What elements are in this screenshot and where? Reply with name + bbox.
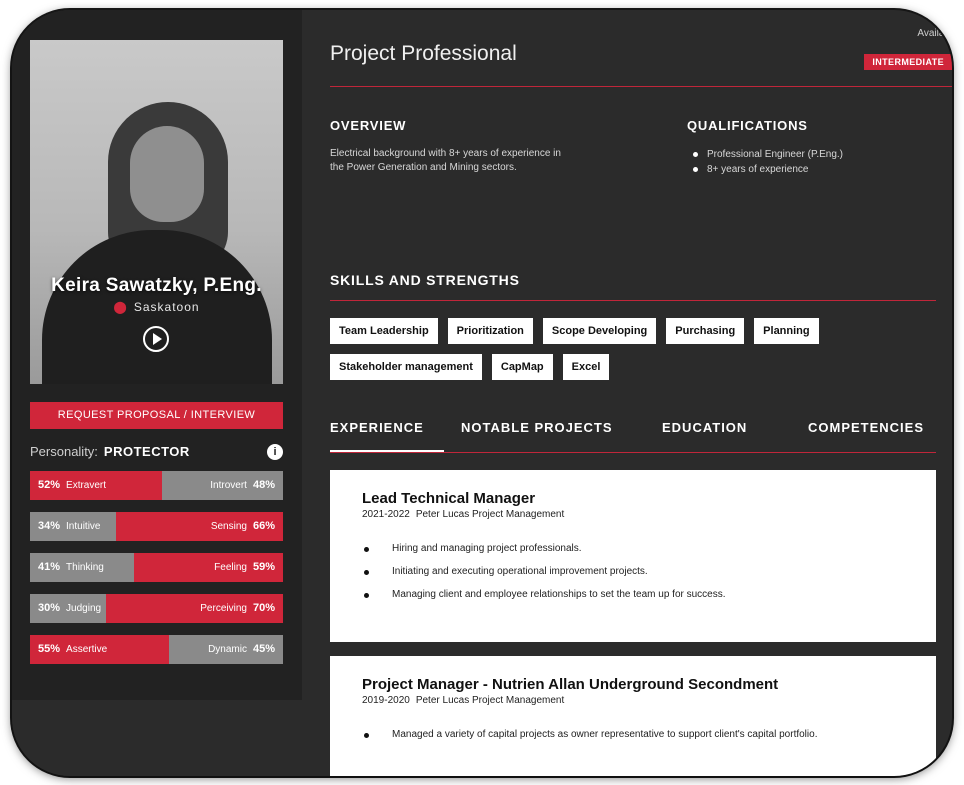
qualifications-heading: QUALIFICATIONS [687,118,808,133]
profile-name: Keira Sawatzky, P.Eng. [51,275,262,296]
trait-right-label: Sensing [210,521,247,532]
sidebar-footer [12,700,302,776]
trait-left-pct: 41% [38,561,61,573]
trait-right-pct: 70% [252,602,275,614]
trait-left-pct: 34% [38,520,61,532]
skill-chip: Scope Developing [542,318,657,344]
trait-right-pct: 66% [252,520,275,532]
skill-chip: CapMap [491,354,553,380]
skills-header: SKILLS AND STRENGTHS [330,272,936,301]
experience-bullet: Hiring and managing project professional… [362,542,906,556]
experience-bullets: Managed a variety of capital projects as… [362,728,906,742]
main-content: Project Professional Availab INTERMEDIAT… [312,10,952,776]
trait-left-label: Assertive [66,644,108,655]
trait-left-label: Thinking [66,562,104,573]
trait-bar: 41% Thinking Feeling 59% [30,553,283,582]
experience-years: 2019-2020 [362,695,410,706]
qualification-item: Professional Engineer (P.Eng.) [693,147,937,162]
experience-meta: 2019-2020 Peter Lucas Project Management [362,695,906,706]
personality-label: Personality: [30,444,98,459]
experience-card: Lead Technical Manager 2021-2022 Peter Lu… [330,470,936,642]
experience-role: Lead Technical Manager [362,490,536,507]
photo-face-shape [130,126,204,222]
skill-chip: Planning [754,318,819,344]
overview-text: Electrical background with 8+ years of e… [330,148,561,173]
overview-heading: OVERVIEW [330,118,407,133]
trait-right-label: Perceiving [200,603,247,614]
profile-photo: Keira Sawatzky, P.Eng. ⬤ Saskatoon [30,40,283,384]
trait-bar: 30% Judging Perceiving 70% [30,594,283,623]
trait-bar: 52% Extravert Introvert 48% [30,471,283,500]
trait-left-pct: 30% [38,602,61,614]
profile-location: ⬤ Saskatoon [30,300,283,314]
availability-label: Availab [917,28,950,39]
skill-chip: Excel [562,354,610,380]
app-frame: Keira Sawatzky, P.Eng. ⬤ Saskatoon REQUES… [12,10,952,776]
experience-bullet: Managing client and employee relationshi… [362,588,906,602]
trait-left-label: Intuitive [66,521,101,532]
play-video-icon[interactable] [143,326,169,352]
trait-left-label: Judging [66,603,102,614]
skill-chip: Team Leadership [330,318,438,344]
location-label: Saskatoon [133,300,200,314]
skill-chip: Stakeholder management [330,354,482,380]
qualifications-list: Professional Engineer (P.Eng.) 8+ years … [687,147,937,177]
experience-company: Peter Lucas Project Management [415,509,565,520]
trait-left-pct: 52% [38,479,61,491]
trait-left-label: Extravert [66,480,107,491]
tab-notable-projects[interactable]: NOTABLE PROJECTS [461,420,613,435]
trait-right-pct: 45% [252,643,275,655]
trait-right-label: Feeling [214,562,247,573]
skills-heading: SKILLS AND STRENGTHS [330,272,520,288]
tab-bar: EXPERIENCE NOTABLE PROJECTS EDUCATION CO… [330,420,936,453]
trait-right-label: Introvert [210,480,247,491]
experience-role: Project Manager - Nutrien Allan Undergro… [362,676,779,693]
personality-row: Personality: PROTECTOR i [30,439,283,465]
experience-bullets: Hiring and managing project professional… [362,542,906,602]
profile-sidebar: Keira Sawatzky, P.Eng. ⬤ Saskatoon REQUES… [12,10,302,776]
personality-traits: 52% Extravert Introvert 48% 34% Intuitive S… [30,471,283,664]
tab-experience[interactable]: EXPERIENCE [330,420,444,452]
trait-right-pct: 59% [252,561,275,573]
trait-right-label: Dynamic [208,644,247,655]
request-proposal-button[interactable]: REQUEST PROPOSAL / INTERVIEW [30,402,283,429]
qualification-item: 8+ years of experience [693,162,937,177]
tab-competencies[interactable]: COMPETENCIES [808,420,924,435]
location-pin-icon: ⬤ [113,300,128,314]
skill-chip: Prioritization [447,318,533,344]
experience-years: 2021-2022 [362,509,410,520]
trait-bar: 55% Assertive Dynamic 45% [30,635,283,664]
experience-bullet: Initiating and executing operational imp… [362,565,906,579]
info-icon[interactable]: i [267,444,283,460]
header: Project Professional Availab INTERMEDIAT… [330,10,952,87]
skills-chips: Team Leadership Prioritization Scope Devel… [330,318,930,390]
skills-divider [330,300,936,301]
experience-company: Peter Lucas Project Management [415,695,565,706]
overview-section: OVERVIEW Electrical background with 8+ y… [330,118,570,175]
trait-left-pct: 55% [38,643,61,655]
page-title: Project Professional [330,42,517,65]
personality-type: PROTECTOR [103,444,190,459]
qualifications-section: QUALIFICATIONS Professional Engineer (P.… [687,118,937,177]
tab-education[interactable]: EDUCATION [662,420,747,435]
experience-bullet: Managed a variety of capital projects as… [362,728,906,742]
skill-chip: Purchasing [666,318,745,344]
level-badge: INTERMEDIATE [864,54,952,70]
experience-card: Project Manager - Nutrien Allan Undergro… [330,656,936,776]
trait-bar: 34% Intuitive Sensing 66% [30,512,283,541]
experience-meta: 2021-2022 Peter Lucas Project Management [362,509,906,520]
trait-right-pct: 48% [252,479,275,491]
